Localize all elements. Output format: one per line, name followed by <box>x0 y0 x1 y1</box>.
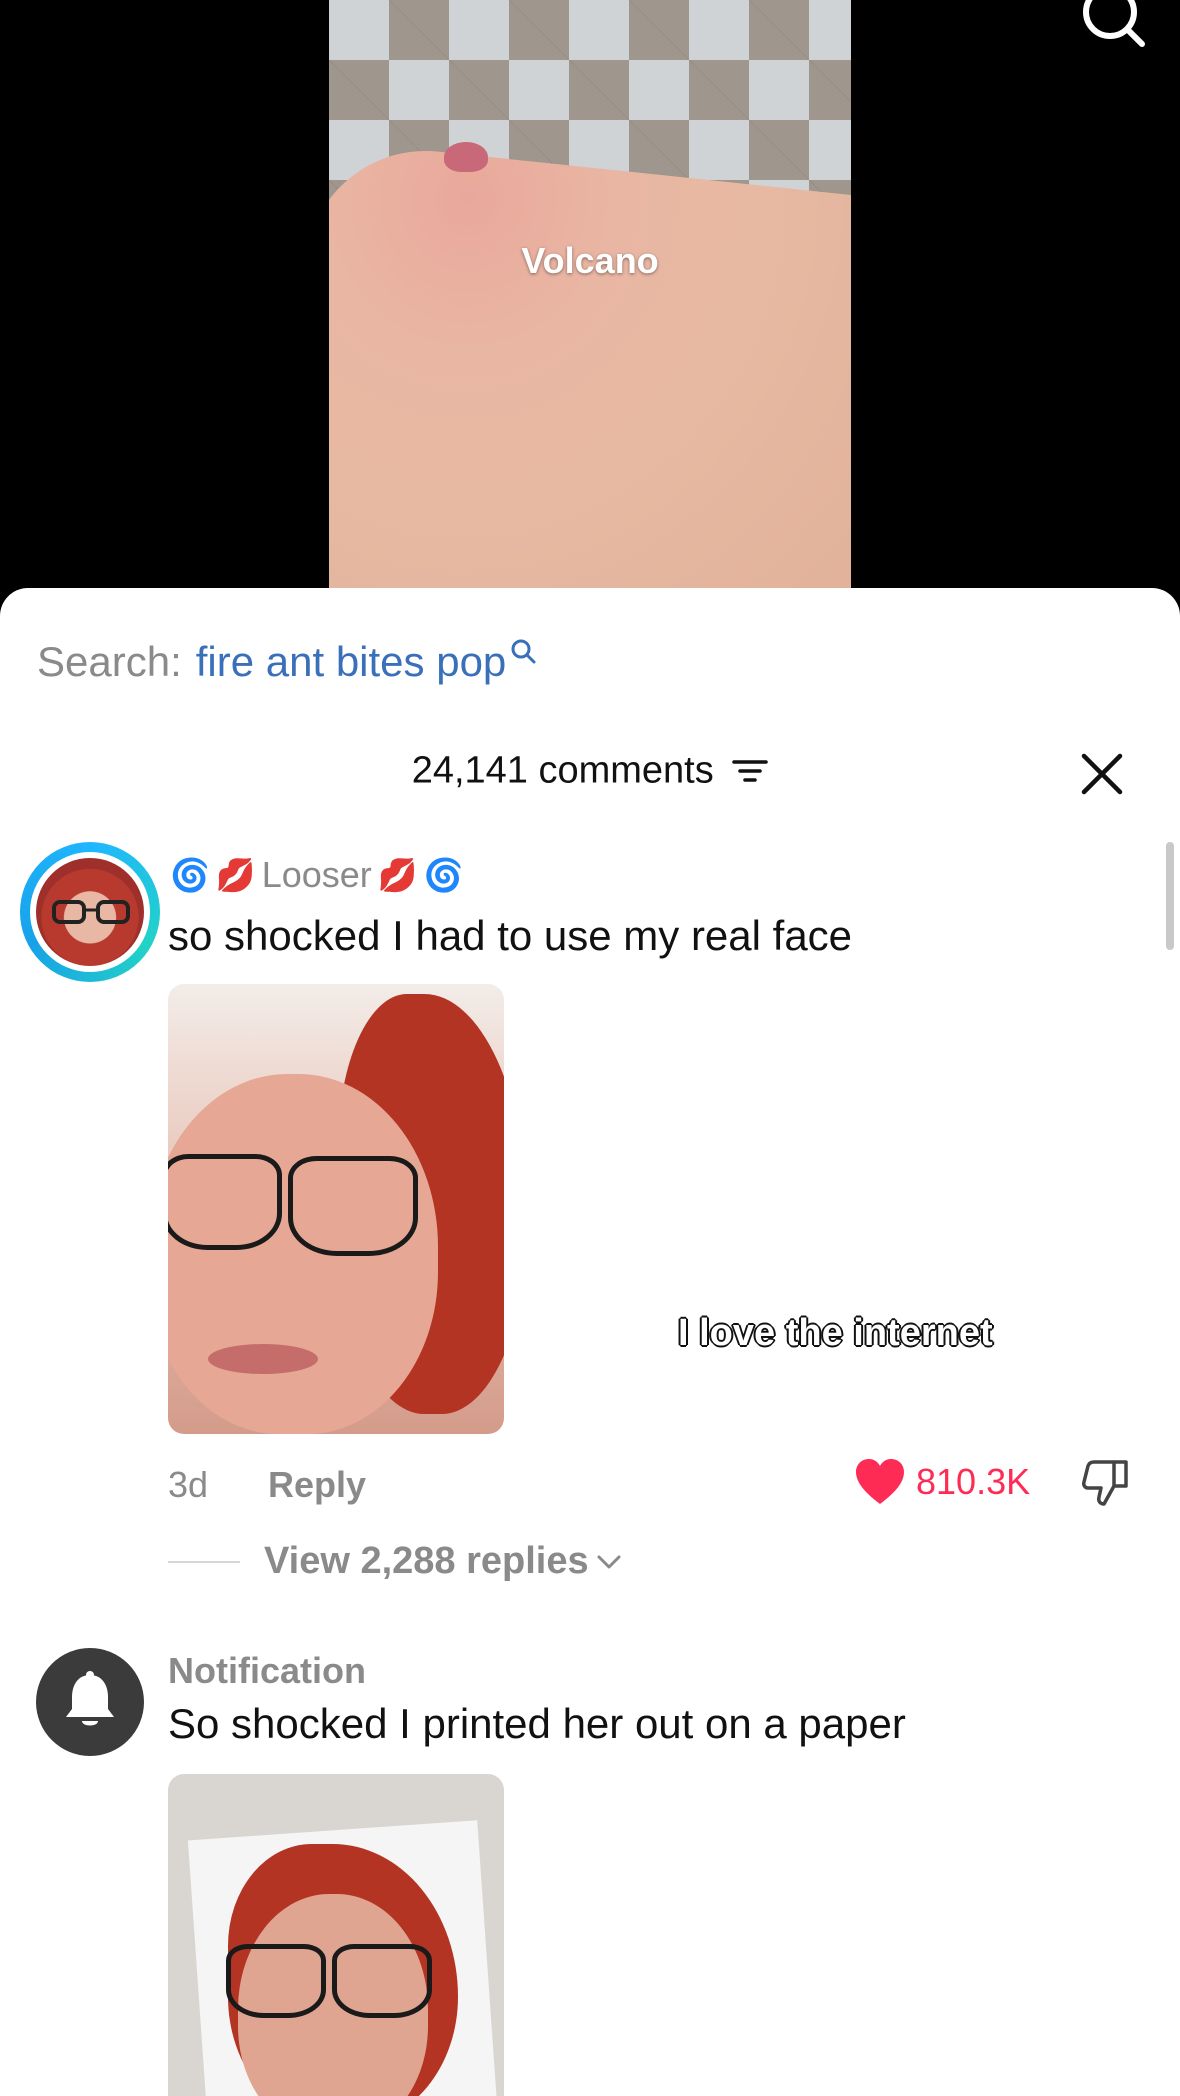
video-bite-image <box>444 142 488 172</box>
scrollbar-thumb[interactable] <box>1166 842 1174 950</box>
search-prefix: Search: <box>37 638 182 685</box>
comment-photo[interactable] <box>168 1774 504 2096</box>
emoji: 💋 <box>377 857 418 893</box>
comment-text: so shocked I had to use my real face <box>168 912 853 959</box>
like-count: 810.3K <box>916 1461 1031 1502</box>
photo-lips <box>208 1344 318 1374</box>
emoji: 🌀 <box>423 857 464 893</box>
comments-sheet: Search: fire ant bites pop 24,141 commen… <box>0 588 1180 2096</box>
close-icon[interactable] <box>1080 752 1124 796</box>
avatar[interactable] <box>20 842 160 982</box>
avatar-glasses <box>52 900 130 924</box>
video-arm-image <box>329 139 851 600</box>
view-replies-button[interactable]: View 2,288 replies <box>168 1540 623 1583</box>
heart-icon <box>856 1459 904 1504</box>
video-player[interactable]: Volcano <box>0 0 1180 600</box>
username-text: Looser <box>261 854 372 895</box>
bell-icon <box>66 1671 114 1726</box>
comments-count: 24,141 comments <box>411 749 714 792</box>
video-caption: Volcano <box>521 240 659 281</box>
comment-photo[interactable] <box>168 984 504 1434</box>
comment-username[interactable]: Notification <box>168 1650 366 1692</box>
chevron-down-icon <box>597 1555 621 1568</box>
comment-time: 3d <box>168 1464 209 1505</box>
video-frame[interactable]: Volcano <box>329 0 851 600</box>
avatar[interactable] <box>36 1648 144 1756</box>
filter-icon[interactable] <box>732 757 769 785</box>
like-button[interactable]: 810.3K <box>854 1458 1030 1506</box>
photo-glasses-right <box>288 1156 418 1256</box>
photo-face <box>168 1074 438 1434</box>
emoji: 🌀 <box>170 857 210 893</box>
photo-glasses-right <box>332 1944 432 2018</box>
dislike-icon[interactable] <box>1080 1456 1132 1508</box>
search-suggestion[interactable]: Search: fire ant bites pop <box>37 638 538 686</box>
photo-glasses-left <box>226 1944 326 2018</box>
comment-text: So shocked I printed her out on a paper <box>168 1700 906 1747</box>
avatar-inner <box>30 852 150 972</box>
photo-glasses-left <box>168 1154 282 1250</box>
search-query-link[interactable]: fire ant bites pop <box>196 638 507 686</box>
search-icon <box>511 639 536 664</box>
comments-header: 24,141 comments <box>0 748 1180 792</box>
search-icon[interactable] <box>1080 0 1150 48</box>
replies-divider <box>168 1560 240 1563</box>
comment-username[interactable]: 🌀 💋 Looser 💋 🌀 <box>170 854 463 896</box>
sticker-text: I love the internet <box>677 1311 994 1355</box>
emoji: 💋 <box>215 857 256 893</box>
reply-button[interactable]: Reply <box>268 1464 366 1506</box>
view-replies-label: View 2,288 replies <box>264 1540 589 1582</box>
